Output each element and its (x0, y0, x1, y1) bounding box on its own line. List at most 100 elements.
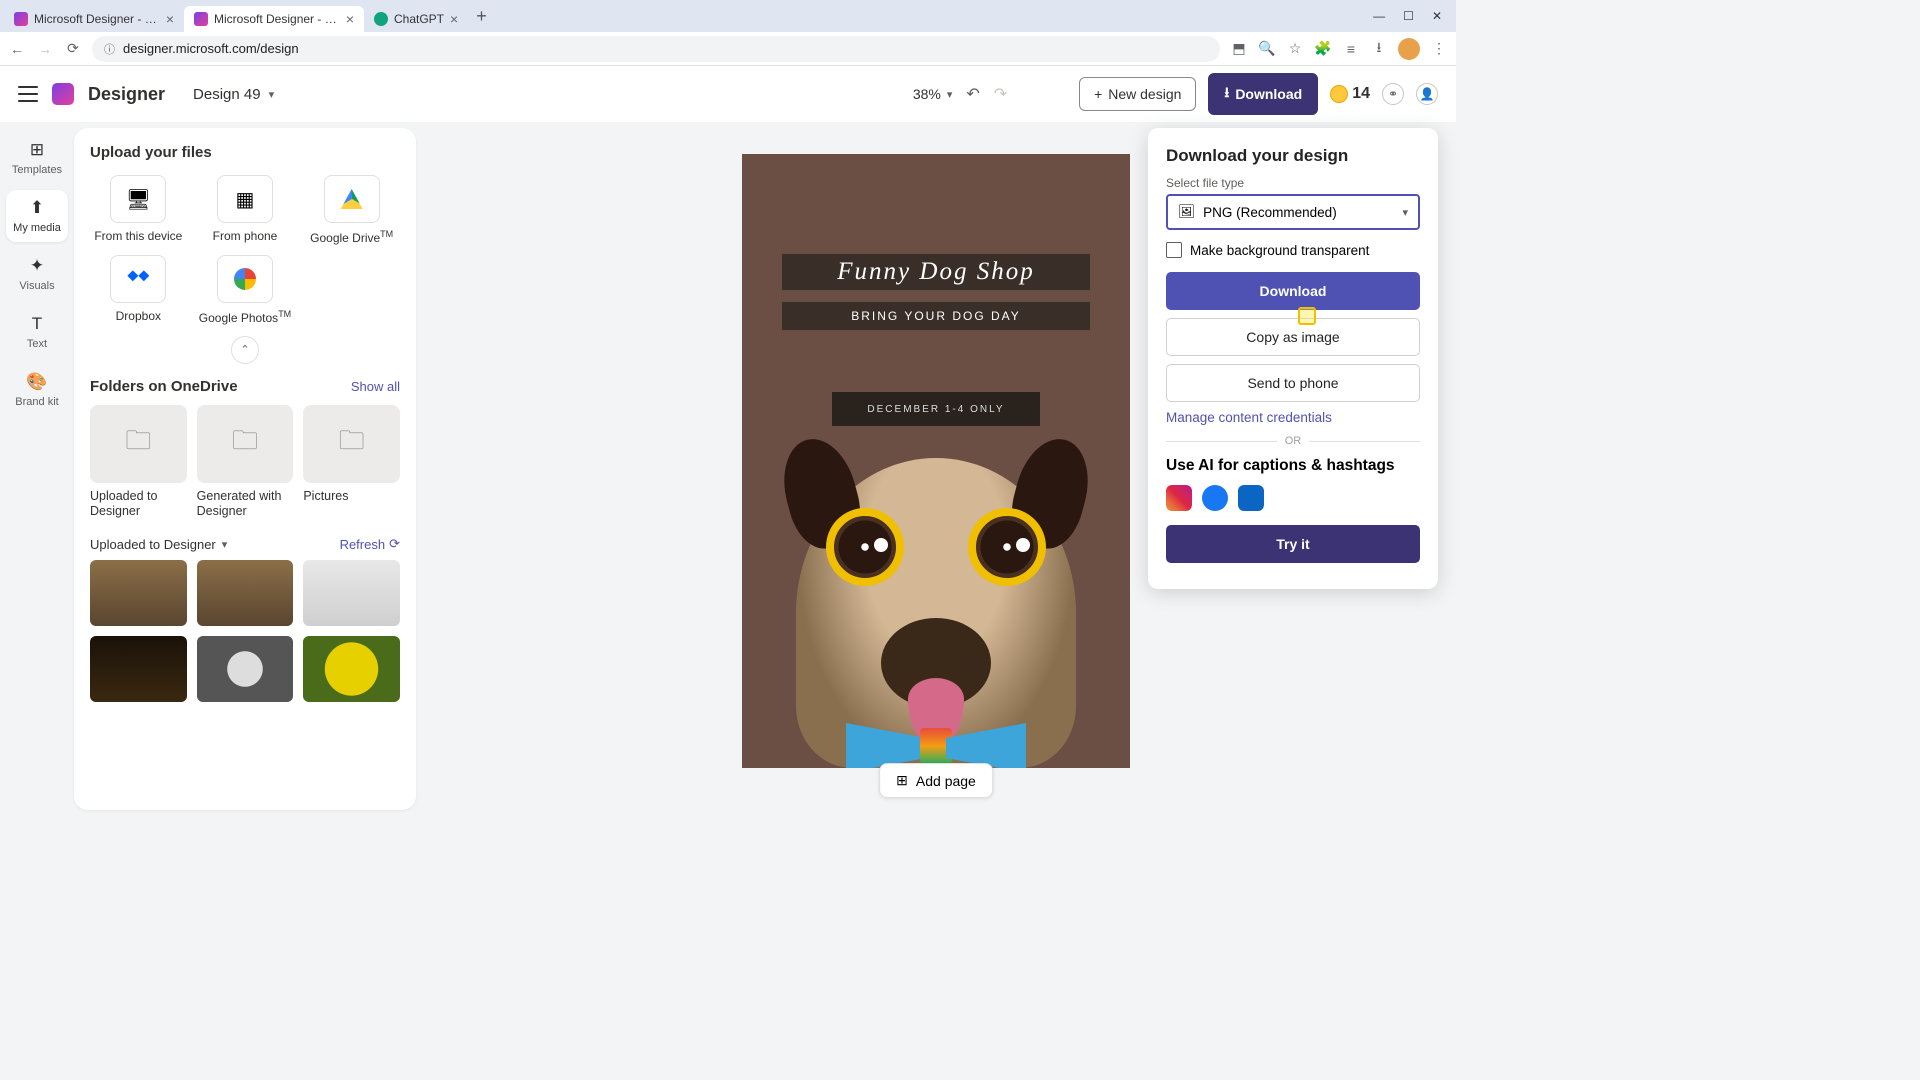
new-tab-button[interactable]: + (468, 6, 495, 27)
file-type-label: Select file type (1166, 176, 1420, 190)
browser-tab[interactable]: Microsoft Designer - Stunning × (4, 6, 184, 32)
copy-image-button[interactable]: Copy as image (1166, 318, 1420, 356)
linkedin-icon[interactable] (1238, 485, 1264, 511)
reload-icon[interactable]: ⟳ (64, 40, 82, 57)
credits-counter[interactable]: 14 (1330, 85, 1370, 103)
facebook-icon[interactable] (1202, 485, 1228, 511)
download-button[interactable]: ⭳ Download (1208, 73, 1318, 115)
folder-uploaded[interactable]: 🗀 Uploaded to Designer (90, 405, 187, 520)
coin-icon (1330, 85, 1348, 103)
design-name-dropdown[interactable]: Design 49 ▾ (193, 86, 274, 103)
media-thumbnail[interactable] (90, 560, 187, 626)
design-artboard[interactable]: Funny Dog Shop BRING YOUR DOG DAY DECEMB… (742, 154, 1130, 768)
upload-from-device[interactable]: 🖥 From this device (90, 175, 187, 245)
share-icon[interactable]: ⚭ (1382, 83, 1404, 105)
rail-brand-kit[interactable]: 🎨 Brand kit (6, 364, 68, 416)
upload-dropbox[interactable]: Dropbox (90, 255, 187, 325)
instagram-icon[interactable] (1166, 485, 1192, 511)
social-icons (1166, 485, 1420, 511)
image-icon: 🖼 (1178, 204, 1195, 220)
design-image[interactable] (742, 408, 1130, 768)
tab-title: Microsoft Designer - Stunning (214, 12, 340, 26)
media-thumbnail[interactable] (90, 636, 187, 702)
send-to-phone-button[interactable]: Send to phone (1166, 364, 1420, 402)
design-subtitle-banner[interactable]: BRING YOUR DOG DAY (782, 302, 1090, 330)
collapse-button[interactable]: ⌃ (231, 336, 259, 364)
media-thumbnail[interactable] (303, 636, 400, 702)
folder-icon: 🗀 (303, 405, 400, 483)
text-icon: T (32, 314, 42, 334)
design-title-banner[interactable]: Funny Dog Shop (782, 254, 1090, 290)
upload-sources: 🖥 From this device ▦ From phone Google D… (90, 175, 400, 326)
chevron-down-icon: ▾ (222, 538, 228, 551)
media-thumbnail[interactable] (197, 560, 294, 626)
rail-visuals[interactable]: ✦ Visuals (6, 248, 68, 300)
designer-logo-icon (52, 83, 74, 105)
palette-icon: 🎨 (26, 372, 47, 392)
downloads-icon[interactable]: ⭳ (1370, 37, 1388, 61)
upload-from-phone[interactable]: ▦ From phone (197, 175, 294, 245)
favicon-icon (374, 12, 388, 26)
download-action-button[interactable]: Download (1166, 272, 1420, 310)
browser-tab-active[interactable]: Microsoft Designer - Stunning × (184, 6, 364, 32)
workspace: ⊞ Templates ⬆ My media ✦ Visuals T Text … (0, 122, 1456, 816)
folder-generated[interactable]: 🗀 Generated with Designer (197, 405, 294, 520)
window-controls: — ☐ ✕ (1373, 9, 1452, 23)
rail-templates[interactable]: ⊞ Templates (6, 132, 68, 184)
tab-title: ChatGPT (394, 12, 444, 26)
file-type-value: PNG (Recommended) (1203, 205, 1337, 220)
transparent-bg-checkbox[interactable]: Make background transparent (1166, 242, 1420, 258)
bookmark-icon[interactable]: ☆ (1286, 40, 1304, 57)
folders-grid: 🗀 Uploaded to Designer 🗀 Generated with … (90, 405, 400, 520)
folder-pictures[interactable]: 🗀 Pictures (303, 405, 400, 520)
menu-button[interactable] (18, 86, 38, 102)
reading-list-icon[interactable]: ≡ (1342, 41, 1360, 57)
menu-icon[interactable]: ⋮ (1430, 40, 1448, 57)
new-design-button[interactable]: + New design (1079, 77, 1196, 111)
account-icon[interactable]: 👤 (1416, 83, 1438, 105)
plus-square-icon: ⊞ (896, 772, 908, 789)
forward-icon[interactable]: → (36, 41, 54, 57)
upload-label: From this device (94, 229, 182, 243)
uploaded-section-header[interactable]: Uploaded to Designer ▾ Refresh ⟳ (90, 536, 400, 552)
profile-avatar[interactable] (1398, 38, 1420, 60)
brand-name: Designer (88, 84, 165, 105)
folders-heading: Folders on OneDrive (90, 378, 238, 395)
zoom-dropdown[interactable]: 38% ▾ (913, 86, 953, 102)
close-icon[interactable]: × (450, 11, 458, 27)
close-icon[interactable]: × (166, 11, 174, 27)
minimize-icon[interactable]: — (1373, 9, 1385, 23)
close-icon[interactable]: × (346, 11, 354, 27)
try-it-button[interactable]: Try it (1166, 525, 1420, 563)
address-bar[interactable]: ⓘ designer.microsoft.com/design (92, 36, 1220, 62)
rail-text[interactable]: T Text (6, 306, 68, 358)
extensions-icon[interactable]: 🧩 (1314, 40, 1332, 57)
media-thumbnail[interactable] (197, 636, 294, 702)
folder-label: Generated with Designer (197, 489, 294, 520)
refresh-icon: ⟳ (389, 536, 400, 552)
manage-credentials-link[interactable]: Manage content credentials (1166, 410, 1420, 425)
install-app-icon[interactable]: ⬒ (1230, 40, 1248, 57)
close-window-icon[interactable]: ✕ (1432, 9, 1442, 23)
browser-tab[interactable]: ChatGPT × (364, 6, 468, 32)
site-info-icon[interactable]: ⓘ (104, 41, 115, 57)
refresh-button[interactable]: Refresh ⟳ (340, 536, 400, 552)
redo-icon[interactable]: ↷ (994, 84, 1007, 104)
file-type-select[interactable]: 🖼 PNG (Recommended) ▾ (1166, 194, 1420, 230)
maximize-icon[interactable]: ☐ (1403, 9, 1414, 23)
add-page-button[interactable]: ⊞ Add page (879, 763, 993, 798)
zoom-icon[interactable]: 🔍 (1258, 40, 1276, 57)
rail-my-media[interactable]: ⬆ My media (6, 190, 68, 242)
upload-google-drive[interactable]: Google DriveTM (303, 175, 400, 245)
favicon-icon (194, 12, 208, 26)
google-drive-icon (341, 189, 363, 209)
upload-google-photos[interactable]: Google PhotosTM (197, 255, 294, 325)
transparent-label: Make background transparent (1190, 243, 1369, 258)
media-thumbnail[interactable] (303, 560, 400, 626)
show-all-link[interactable]: Show all (351, 379, 400, 394)
divider: OR (1166, 435, 1420, 447)
upload-label: Google PhotosTM (199, 309, 291, 325)
undo-icon[interactable]: ↶ (966, 84, 979, 104)
folder-label: Pictures (303, 489, 400, 505)
back-icon[interactable]: ← (8, 41, 26, 57)
